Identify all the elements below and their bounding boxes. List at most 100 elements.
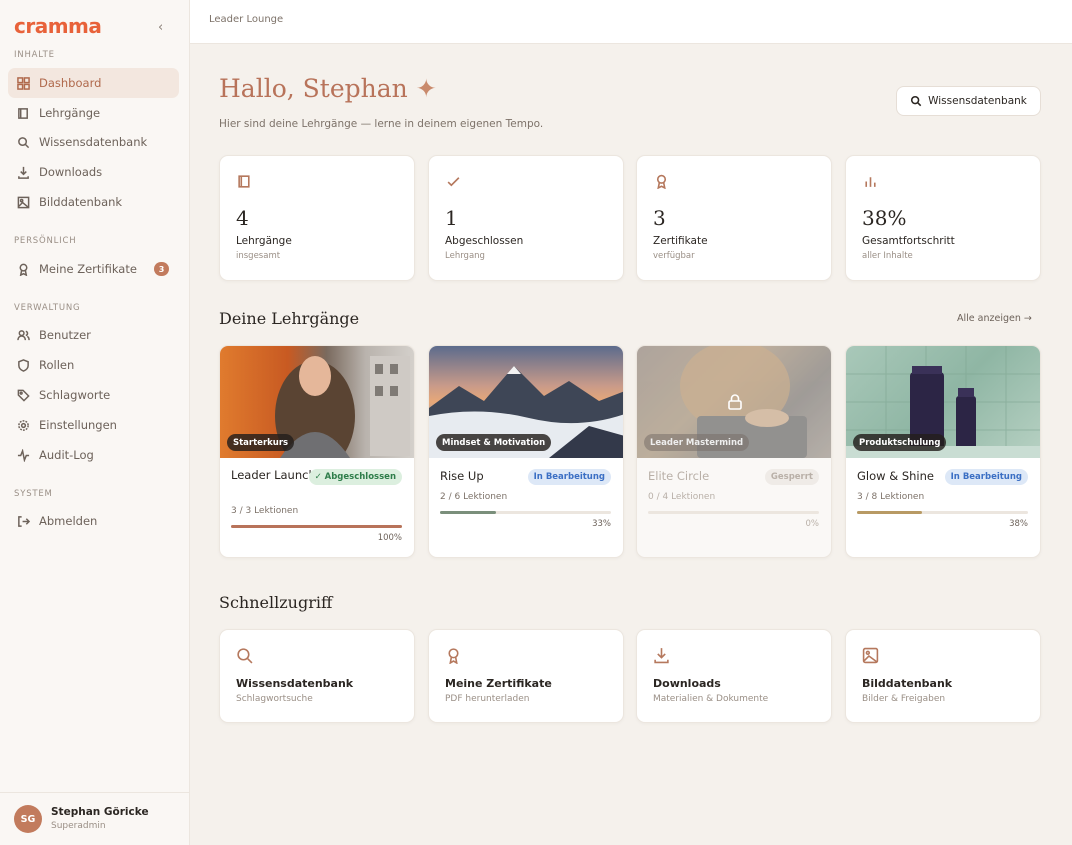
collapse-sidebar-icon[interactable]: ‹ [158, 20, 163, 35]
sidebar-item-label: Wissensdatenbank [39, 135, 148, 149]
status-badge: ✓ Abgeschlossen [308, 469, 402, 485]
course-card-glow-shine[interactable]: Produktschulung Glow & Shine In Bearbeit… [845, 345, 1041, 558]
download-icon [17, 166, 30, 179]
tag-icon [17, 389, 30, 402]
quick-card-bilddatenbank[interactable]: Bilddatenbank Bilder & Freigaben [845, 629, 1041, 723]
sidebar-item-label: Rollen [39, 358, 75, 372]
user-profile[interactable]: SG Stephan Göricke Superadmin [0, 792, 190, 845]
award-icon [17, 263, 30, 276]
image-icon [17, 196, 30, 209]
progress-fill [857, 511, 922, 514]
search-icon [911, 95, 922, 107]
book-icon [237, 174, 252, 189]
certificates-count-badge: 3 [154, 262, 169, 276]
sidebar-item-label: Audit-Log [39, 448, 94, 462]
stat-label: Abgeschlossen [445, 235, 524, 247]
stat-sub: insgesamt [236, 251, 281, 261]
sidebar-item-abmelden[interactable]: Abmelden [8, 506, 179, 536]
quick-card-title: Bilddatenbank [862, 677, 953, 690]
course-card-elite-circle[interactable]: Leader Mastermind Elite Circle Gesperrt … [636, 345, 832, 558]
download-icon [653, 647, 670, 664]
grid-icon [17, 76, 30, 90]
status-badge: In Bearbeitung [944, 469, 1028, 485]
status-badge: In Bearbeitung [527, 469, 611, 485]
sparkle-icon: ✦ [415, 74, 437, 103]
user-name: Stephan Göricke [51, 806, 149, 818]
sidebar-item-label: Einstellungen [39, 418, 117, 432]
stat-card-certificates: 3 Zertifikate verfügbar [636, 155, 832, 281]
user-role: Superadmin [51, 821, 106, 831]
sidebar-item-benutzer[interactable]: Benutzer [8, 320, 179, 350]
sidebar-item-meine-zertifikate[interactable]: Meine Zertifikate 3 [8, 254, 179, 284]
sidebar-item-rollen[interactable]: Rollen [8, 350, 179, 380]
stat-sub: aller Inhalte [862, 251, 913, 261]
course-category-tag: Produktschulung [853, 434, 947, 451]
quick-card-sub: Materialien & Dokumente [653, 694, 769, 704]
stat-card-courses: 4 Lehrgänge insgesamt [219, 155, 415, 281]
award-icon [654, 174, 669, 190]
quick-card-wissensdatenbank[interactable]: Wissensdatenbank Schlagwortsuche [219, 629, 415, 723]
sidebar-item-label: Downloads [39, 165, 103, 179]
sidebar-item-audit-log[interactable]: Audit-Log [8, 440, 179, 470]
course-title: Leader Launch [231, 468, 316, 482]
course-title: Elite Circle [648, 469, 710, 483]
sidebar-item-label: Abmelden [39, 514, 98, 528]
breadcrumb: Leader Lounge [209, 14, 284, 25]
progress-bar [648, 511, 819, 514]
course-card-rise-up[interactable]: Mindset & Motivation Rise Up In Bearbeit… [428, 345, 624, 558]
stat-label: Zertifikate [653, 235, 708, 247]
sidebar-item-wissensdatenbank[interactable]: Wissensdatenbank [8, 127, 179, 157]
avatar: SG [14, 805, 42, 833]
stat-sub: Lehrgang [445, 251, 485, 261]
stat-label: Lehrgänge [236, 235, 292, 247]
course-lessons: 3 / 3 Lektionen [231, 506, 299, 516]
stat-value: 3 [653, 206, 666, 230]
quick-card-sub: PDF herunterladen [445, 694, 530, 704]
stat-value: 38% [862, 206, 907, 230]
section-label-system: SYSTEM [14, 489, 53, 499]
knowledge-base-button[interactable]: Wissensdatenbank [896, 86, 1041, 116]
stat-value: 4 [236, 206, 249, 230]
progress-fill [231, 525, 402, 528]
logo[interactable]: cramma [14, 14, 102, 38]
progress-bar [857, 511, 1028, 514]
quick-card-sub: Schlagwortsuche [236, 694, 313, 704]
shield-icon [17, 358, 30, 372]
sidebar-item-schlagworte[interactable]: Schlagworte [8, 380, 179, 410]
quick-card-title: Meine Zertifikate [445, 677, 552, 690]
quick-card-title: Wissensdatenbank [236, 677, 354, 690]
progress-fill [440, 511, 497, 514]
progress-percent: 33% [592, 519, 611, 529]
sidebar-item-lehrgaenge[interactable]: Lehrgänge [8, 98, 179, 128]
topbar: Leader Lounge [190, 0, 1072, 44]
sidebar-item-label: Benutzer [39, 328, 91, 342]
book-icon [17, 107, 30, 120]
quick-card-downloads[interactable]: Downloads Materialien & Dokumente [636, 629, 832, 723]
course-card-leader-launch[interactable]: Starterkurs Leader Launch ✓ Abgeschlosse… [219, 345, 415, 558]
sidebar-item-label: Dashboard [39, 76, 102, 90]
progress-percent: 100% [377, 533, 402, 543]
stat-sub: verfügbar [653, 251, 695, 261]
course-title: Rise Up [440, 469, 484, 483]
bar-chart-icon [863, 174, 878, 189]
sidebar-item-label: Lehrgänge [39, 106, 101, 120]
quick-card-zertifikate[interactable]: Meine Zertifikate PDF herunterladen [428, 629, 624, 723]
course-lessons: 3 / 8 Lektionen [857, 492, 925, 502]
course-lessons: 0 / 4 Lektionen [648, 492, 716, 502]
image-icon [862, 647, 879, 664]
search-icon [236, 647, 253, 664]
sidebar-item-label: Bilddatenbank [39, 195, 123, 209]
sidebar-item-einstellungen[interactable]: Einstellungen [8, 410, 179, 440]
sidebar-item-downloads[interactable]: Downloads [8, 157, 179, 187]
section-label-inhalte: INHALTE [14, 50, 55, 60]
sidebar: cramma ‹ INHALTE Dashboard Lehrgänge Wis… [0, 0, 190, 845]
progress-bar [440, 511, 611, 514]
show-all-link[interactable]: Alle anzeigen → [957, 313, 1032, 324]
progress-percent: 38% [1009, 519, 1028, 529]
course-category-tag: Starterkurs [227, 434, 295, 451]
lock-icon [726, 393, 744, 411]
sidebar-item-bilddatenbank[interactable]: Bilddatenbank [8, 187, 179, 217]
section-title-quick-access: Schnellzugriff [219, 593, 333, 612]
sidebar-item-dashboard[interactable]: Dashboard [8, 68, 179, 98]
course-category-tag: Leader Mastermind [644, 434, 750, 451]
